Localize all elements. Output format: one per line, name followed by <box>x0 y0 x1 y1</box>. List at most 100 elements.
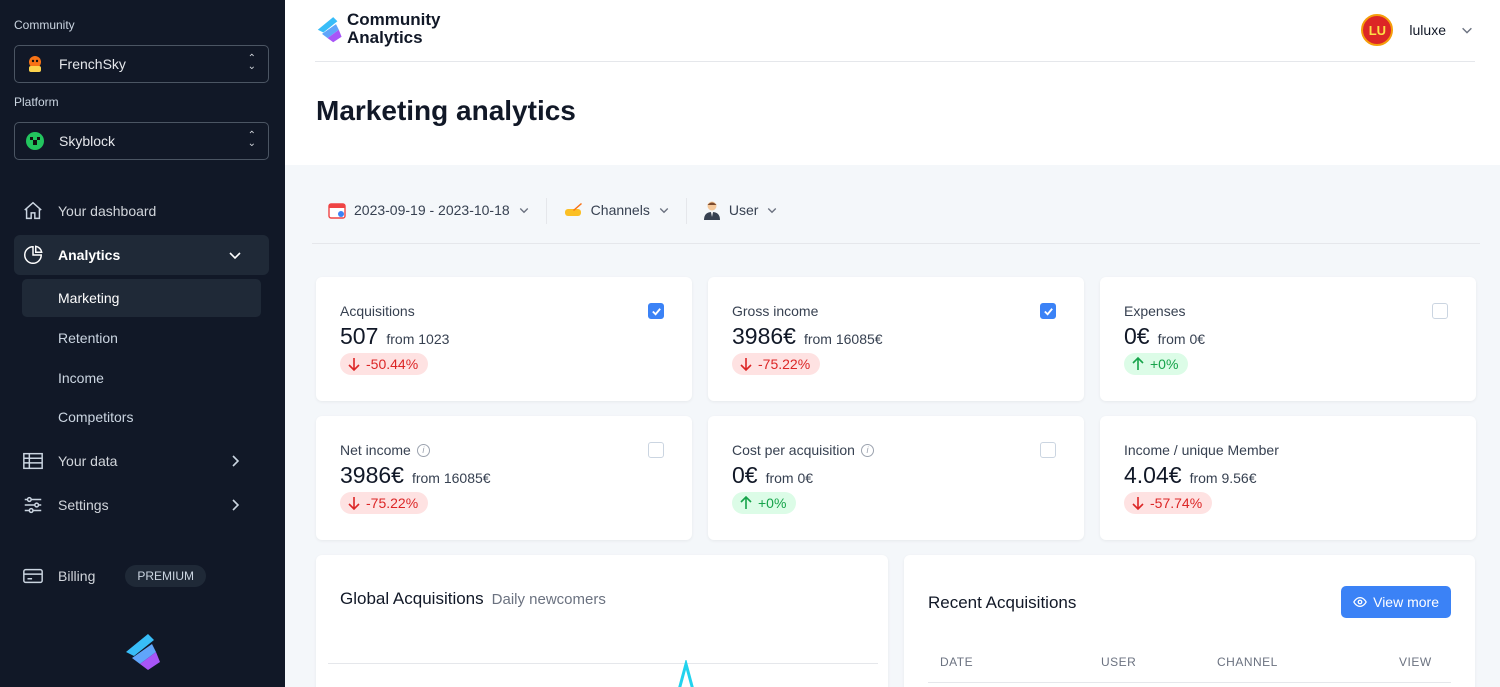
nav-retention[interactable]: Retention <box>22 319 261 357</box>
metric-value: 4.04€ from 9.56€ <box>1124 462 1257 489</box>
community-select-value: FrenchSky <box>59 56 126 72</box>
eye-icon <box>1353 596 1367 608</box>
nav-analytics[interactable]: Analytics <box>14 235 269 275</box>
metric-card-income-per-member: Income / unique Member 4.04€ from 9.56€ -… <box>1100 416 1476 540</box>
column-header-user[interactable]: USER <box>1101 655 1136 669</box>
platform-label: Platform <box>14 95 59 109</box>
info-icon[interactable]: i <box>860 443 874 457</box>
nav-dashboard-label: Your dashboard <box>58 203 157 219</box>
platform-select-value: Skyblock <box>59 133 116 149</box>
view-more-button[interactable]: View more <box>1341 586 1451 618</box>
avatar: LU <box>1361 14 1394 46</box>
metric-previous-value: from 16085€ <box>803 331 883 347</box>
sidebar: Community FrenchSky ⌃ ⌄ Platform Skyblock… <box>0 0 285 687</box>
writing-hand-icon <box>564 203 582 216</box>
nav-your-data-label: Your data <box>58 453 118 469</box>
metric-title-text: Expenses <box>1124 303 1186 319</box>
arrow-down-icon <box>348 497 360 511</box>
change-badge: +0% <box>1124 353 1189 375</box>
community-avatar-icon <box>25 54 45 74</box>
user-person-icon <box>703 201 720 220</box>
sort-arrows-icon: ⌃ ⌄ <box>247 53 256 72</box>
chevron-down-icon <box>1462 27 1472 34</box>
nav-retention-label: Retention <box>58 330 118 346</box>
brand-logo[interactable]: Community Analytics <box>315 11 441 47</box>
info-icon[interactable]: i <box>416 443 430 457</box>
metric-previous-value: from 16085€ <box>411 470 491 486</box>
global-acquisitions-subtitle: Daily newcomers <box>491 591 606 608</box>
calendar-icon <box>328 203 346 219</box>
premium-badge: PREMIUM <box>125 565 207 587</box>
nav-dashboard[interactable]: Your dashboard <box>14 191 269 231</box>
nav-analytics-label: Analytics <box>58 247 121 263</box>
change-value: +0% <box>758 495 787 511</box>
nav-your-data[interactable]: Your data <box>14 441 269 481</box>
change-badge: +0% <box>732 492 797 514</box>
metric-checkbox[interactable] <box>1432 303 1448 319</box>
nav-marketing-label: Marketing <box>58 290 120 306</box>
username: luluxe <box>1409 22 1446 38</box>
recent-acquisitions-title: Recent Acquisitions <box>928 593 1077 612</box>
brand-line1: Community <box>347 10 441 29</box>
nav-income[interactable]: Income <box>22 359 261 397</box>
chevron-right-icon <box>232 455 240 467</box>
metric-checkbox[interactable] <box>1040 442 1056 458</box>
column-header-channel[interactable]: CHANNEL <box>1217 655 1278 669</box>
chart-line-peak <box>678 660 694 687</box>
metric-big-value: 0€ <box>732 462 758 488</box>
change-value: -57.74% <box>1150 495 1203 511</box>
minecraft-creeper-icon <box>25 131 45 151</box>
column-header-date[interactable]: DATE <box>940 655 973 669</box>
metric-checkbox[interactable] <box>648 442 664 458</box>
nav-marketing[interactable]: Marketing <box>22 279 261 317</box>
community-label: Community <box>14 18 75 32</box>
change-badge: -75.22% <box>340 492 429 514</box>
date-range-filter[interactable]: 2023-09-19 - 2023-10-18 <box>312 188 546 232</box>
community-select[interactable]: FrenchSky ⌃ ⌄ <box>14 45 269 83</box>
nav-billing[interactable]: Billing PREMIUM <box>14 556 269 596</box>
global-acquisitions-title: Global Acquisitions <box>340 589 484 608</box>
table-icon <box>23 452 43 470</box>
page-title: Marketing analytics <box>316 95 576 126</box>
metric-value: 0€ from 0€ <box>1124 323 1205 350</box>
user-filter[interactable]: User <box>687 188 795 232</box>
check-icon <box>651 307 661 316</box>
credit-card-icon <box>23 568 43 584</box>
metric-title-text: Net income <box>340 442 411 458</box>
channels-filter[interactable]: Channels <box>547 188 686 232</box>
header: Community Analytics LU luluxe Marketing … <box>285 0 1500 165</box>
user-menu[interactable]: LU luluxe <box>1361 14 1474 46</box>
view-more-label: View more <box>1373 594 1439 610</box>
change-badge: -50.44% <box>340 353 429 375</box>
brand-name: Community Analytics <box>347 11 441 47</box>
chart-gridline <box>328 663 878 664</box>
chevron-down-icon <box>229 252 241 260</box>
metric-value: 3986€ from 16085€ <box>340 462 491 489</box>
metric-card-net-income: Net income i 3986€ from 16085€ -75.22% <box>316 416 692 540</box>
column-header-view[interactable]: VIEW <box>1399 655 1432 669</box>
home-icon <box>24 201 42 220</box>
arrow-up-icon <box>1132 356 1144 370</box>
change-badge: -57.74% <box>1124 492 1213 514</box>
change-value: +0% <box>1150 356 1179 372</box>
metric-big-value: 0€ <box>1124 323 1150 349</box>
metric-card-acquisitions: Acquisitions 507 from 1023 -50.44% <box>316 277 692 401</box>
metric-previous-value: from 0€ <box>1157 331 1206 347</box>
channels-label: Channels <box>590 202 650 218</box>
chevron-down-icon <box>659 208 669 214</box>
change-value: -75.22% <box>758 356 811 372</box>
nav-settings[interactable]: Settings <box>14 485 269 525</box>
platform-select[interactable]: Skyblock ⌃ ⌄ <box>14 122 269 160</box>
metric-checkbox[interactable] <box>648 303 664 319</box>
metric-value: 3986€ from 16085€ <box>732 323 883 350</box>
change-value: -75.22% <box>366 495 419 511</box>
chevron-right-icon <box>232 499 240 511</box>
arrow-down-icon <box>1132 497 1144 511</box>
metric-checkbox[interactable] <box>1040 303 1056 319</box>
nav-competitors[interactable]: Competitors <box>22 398 261 436</box>
metric-big-value: 4.04€ <box>1124 462 1182 488</box>
metric-value: 0€ from 0€ <box>732 462 813 489</box>
arrow-up-icon <box>740 495 752 509</box>
metric-title: Net income i <box>340 442 430 458</box>
sliders-icon <box>24 496 42 514</box>
